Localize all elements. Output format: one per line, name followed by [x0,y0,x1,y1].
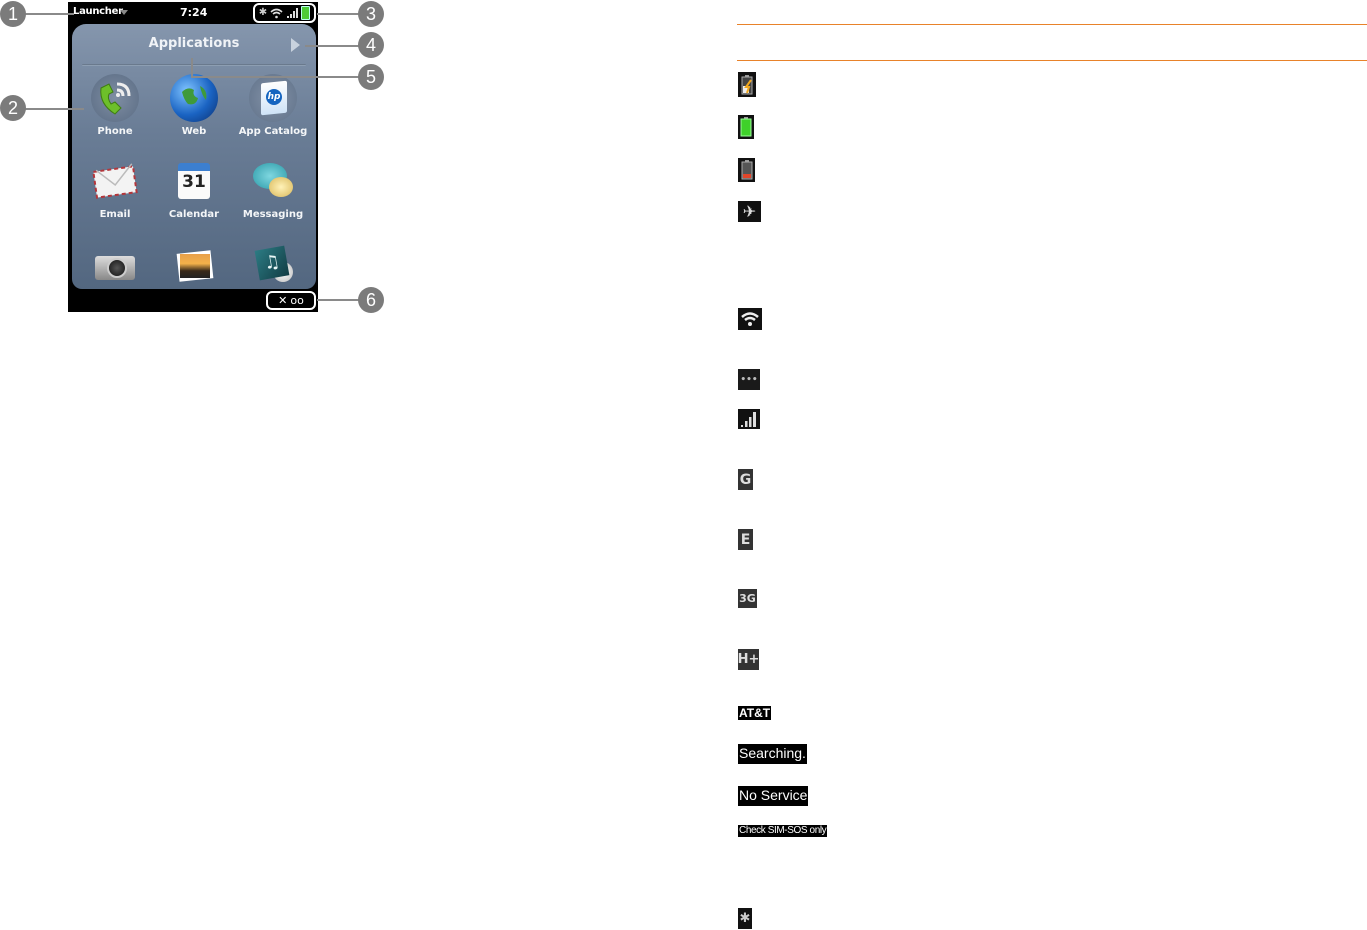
network-3g-icon: 3G [738,589,757,608]
no-service-status: No Service [738,786,809,806]
notification-group[interactable]: ✕ ᴏᴏ [266,291,316,310]
envelope-icon [91,157,139,205]
callout-5: 5 [358,64,384,90]
bluetooth-icon: ✱ [738,908,752,929]
status-bar: Launcher 7:24 ✱ [68,2,318,24]
music-icon: ♫ [249,240,297,288]
searching-status: Searching. [738,744,807,764]
calendar-icon: 31 [170,157,218,205]
callout-4: 4 [358,32,384,58]
app-email[interactable]: Email [76,157,154,220]
network-edge-icon: E [738,529,753,550]
app-label: Calendar [168,209,220,220]
network-hspa-plus-icon: H+ [738,649,759,670]
battery-full-icon [301,6,311,20]
notification-bar: ✕ ᴏᴏ [68,289,318,312]
callout-leader [317,299,361,301]
battery-charging-icon [738,72,756,97]
airplane-mode-icon: ✈ [738,201,761,222]
voicemail-icon: ᴏᴏ [290,294,304,307]
callout-leader [24,13,74,15]
clock: 7:24 [180,6,208,19]
photos-icon [170,240,218,288]
network-gprs-icon: G [738,469,753,490]
app-web[interactable]: Web [155,74,233,137]
app-label: Web [181,126,207,137]
phone-icon [91,74,139,122]
app-label: Email [99,209,131,220]
callout-leader [317,13,361,15]
bluetooth-icon: ✱ [258,7,268,18]
callout-leader [191,76,361,78]
check-sim-status: Check SIM-SOS only [738,825,828,837]
callout-1: 1 [0,1,26,27]
calendar-day: 31 [182,172,206,192]
callout-6: 6 [358,287,384,313]
app-label: Phone [97,126,133,137]
wifi-connected-icon [738,308,762,330]
app-app-catalog[interactable]: hp App Catalog [234,74,312,137]
callout-2: 2 [0,95,26,121]
hp-bag-icon: hp [249,74,297,122]
battery-full-icon [738,115,754,139]
missed-call-icon: ✕ [278,294,288,307]
globe-icon [170,74,218,122]
applications-card: Applications Phone Web hp App Catalog Em… [72,24,316,289]
battery-low-icon [738,158,755,182]
card-title: Applications [148,36,240,51]
callout-leader [24,108,84,110]
carrier-name: AT&T [738,706,772,720]
app-photos[interactable] [155,240,233,288]
app-label: Messaging [242,209,304,220]
chat-bubbles-icon [249,157,297,205]
wifi-searching-icon: ••• [738,369,760,390]
arrow-right-icon[interactable] [291,38,300,52]
signal-strength-icon [738,409,760,429]
app-camera[interactable] [76,240,154,288]
callout-3: 3 [358,1,384,27]
status-icons-group[interactable]: ✱ [253,3,316,23]
camera-icon [91,240,139,288]
app-label: App Catalog [238,126,308,137]
app-messaging[interactable]: Messaging [234,157,312,220]
app-calendar[interactable]: 31 Calendar [155,157,233,220]
table-rule-header [737,60,1367,61]
phone-screenshot: Launcher 7:24 ✱ Applications Phone Web h… [68,2,318,312]
signal-bars-icon [286,8,298,18]
launcher-menu[interactable]: Launcher [73,6,123,17]
wifi-icon [270,8,284,18]
chevron-down-icon[interactable] [120,10,128,15]
table-rule-top [737,24,1367,25]
app-phone[interactable]: Phone [76,74,154,137]
app-music[interactable]: ♫ [234,240,312,288]
card-divider [82,64,306,66]
callout-leader [191,58,193,76]
callout-leader [305,45,361,47]
